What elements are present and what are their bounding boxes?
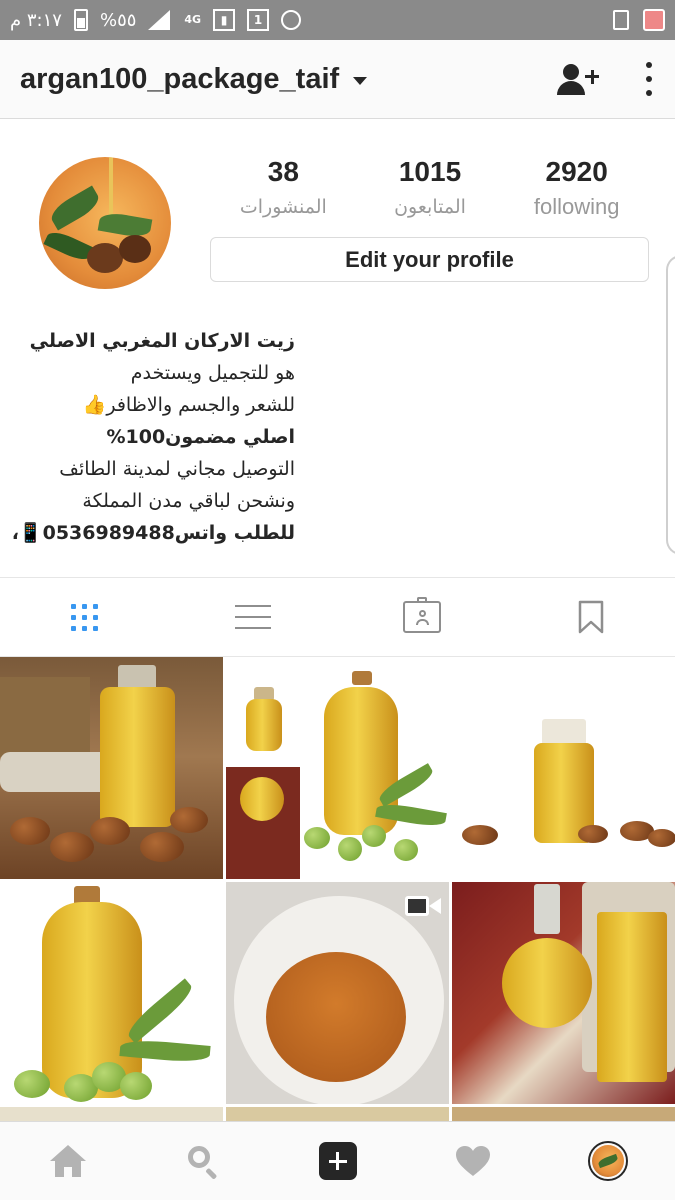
home-icon bbox=[49, 1145, 86, 1177]
post-thumbnail[interactable] bbox=[226, 657, 449, 879]
followers-label: المتابعون bbox=[394, 196, 466, 218]
bio-line: للشعر والجسم والاظافر👍 bbox=[82, 394, 295, 416]
recycle-icon bbox=[613, 10, 629, 30]
sim-slot-icon: 1 bbox=[247, 9, 270, 31]
post-thumbnail[interactable] bbox=[226, 1107, 449, 1121]
posts-label: المنشورات bbox=[239, 196, 327, 218]
status-right bbox=[613, 9, 665, 31]
tab-list[interactable] bbox=[169, 578, 338, 656]
post-thumbnail[interactable] bbox=[0, 1107, 223, 1121]
profile-avatar[interactable] bbox=[39, 157, 171, 289]
bio-line: اصلي مضمون100% bbox=[106, 426, 295, 448]
bio-line: التوصيل مجاني لمدينة الطائف bbox=[59, 458, 295, 480]
battery-percent: %٥٥ bbox=[99, 9, 137, 31]
bio-line: ونشحن لباقي مدن المملكة bbox=[82, 490, 295, 512]
status-bar: ٣:١٧ م %٥٥ 4G ▮ 1 bbox=[0, 0, 675, 40]
battery-icon bbox=[73, 9, 88, 31]
nav-profile[interactable] bbox=[540, 1122, 675, 1200]
signal-box-icon: ▮ bbox=[213, 9, 236, 31]
activity-heart-icon bbox=[455, 1146, 490, 1176]
followers-count: 1015 bbox=[398, 156, 462, 187]
post-thumbnail[interactable] bbox=[0, 657, 223, 879]
post-thumbnail[interactable] bbox=[452, 1107, 675, 1121]
profile-tabs bbox=[0, 577, 675, 657]
followers-stat[interactable]: 1015 المتابعون bbox=[357, 152, 504, 222]
nav-search[interactable] bbox=[135, 1122, 270, 1200]
header-actions bbox=[557, 62, 655, 96]
more-vertical-icon[interactable] bbox=[645, 62, 653, 96]
tab-saved[interactable] bbox=[506, 578, 675, 656]
post-thumbnail[interactable] bbox=[0, 882, 223, 1104]
account-switcher-username[interactable]: argan100_package_taif bbox=[20, 63, 339, 96]
following-label: following bbox=[533, 194, 620, 219]
post-thumbnail[interactable] bbox=[452, 657, 675, 879]
gallery-notification-icon bbox=[643, 9, 665, 31]
nav-activity[interactable] bbox=[405, 1122, 540, 1200]
chevron-down-icon[interactable] bbox=[353, 77, 368, 85]
video-post-icon bbox=[405, 894, 441, 918]
tab-tagged[interactable] bbox=[338, 578, 507, 656]
posts-stat[interactable]: 38 المنشورات bbox=[210, 152, 357, 222]
posts-count: 38 bbox=[267, 156, 299, 187]
post-thumbnail[interactable] bbox=[226, 882, 449, 1104]
screen-edge-curve bbox=[666, 255, 675, 555]
add-user-icon[interactable] bbox=[557, 62, 601, 96]
profile-stats: 38 المنشورات 1015 المتابعون 2920 followi… bbox=[210, 152, 650, 222]
post-thumbnail[interactable] bbox=[452, 882, 675, 1104]
status-left: ٣:١٧ م %٥٥ 4G ▮ 1 bbox=[10, 9, 302, 31]
following-count: 2920 bbox=[545, 156, 608, 187]
network-type: 4G bbox=[184, 13, 202, 26]
tab-grid[interactable] bbox=[0, 578, 169, 656]
saved-bookmark-icon bbox=[578, 600, 603, 634]
bottom-navigation bbox=[0, 1121, 675, 1200]
alarm-icon bbox=[281, 10, 302, 30]
add-post-icon bbox=[318, 1142, 357, 1180]
bio-line-phone[interactable]: للطلب واتس0536989488📱، bbox=[12, 517, 295, 549]
profile-header: argan100_package_taif bbox=[0, 40, 675, 119]
nav-add-post[interactable] bbox=[270, 1122, 405, 1200]
signal-icon bbox=[148, 10, 172, 30]
edit-profile-button[interactable]: Edit your profile bbox=[210, 237, 649, 282]
following-stat[interactable]: 2920 following bbox=[503, 152, 650, 222]
profile-bio: زيت الاركان المغربي الاصلي هو للتجميل وي… bbox=[12, 325, 295, 549]
bio-line: هو للتجميل ويستخدم bbox=[130, 362, 295, 384]
status-time: ٣:١٧ م bbox=[10, 9, 62, 31]
tagged-photos-icon bbox=[402, 597, 441, 633]
bio-name: زيت الاركان المغربي الاصلي bbox=[29, 330, 295, 352]
profile-avatar-icon bbox=[587, 1141, 628, 1181]
list-view-icon bbox=[235, 603, 272, 631]
nav-home[interactable] bbox=[0, 1122, 135, 1200]
grid-view-icon bbox=[70, 603, 98, 631]
search-icon bbox=[186, 1144, 220, 1180]
